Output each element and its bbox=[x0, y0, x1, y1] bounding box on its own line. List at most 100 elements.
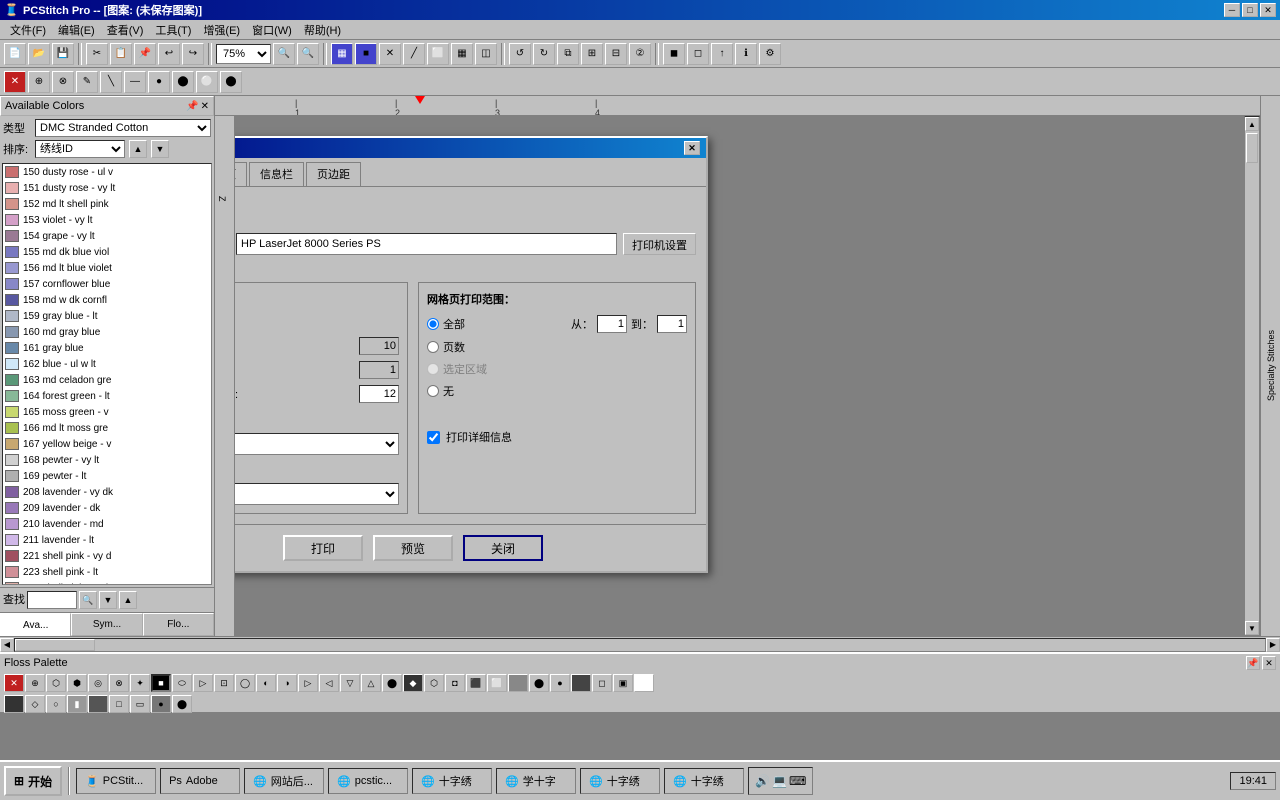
color-item[interactable]: 211 lavender - lt bbox=[3, 532, 211, 548]
tool9-btn[interactable]: ⧉ bbox=[557, 43, 579, 65]
p2-tool-3[interactable]: ○ bbox=[46, 695, 66, 713]
menu-window[interactable]: 窗口(W) bbox=[246, 20, 298, 40]
p2-tool-9[interactable]: ⬤ bbox=[172, 695, 192, 713]
color-item[interactable]: 169 pewter - lt bbox=[3, 468, 211, 484]
radio-all-input[interactable] bbox=[427, 318, 439, 330]
palette-tool-22[interactable]: ⬛ bbox=[466, 674, 486, 692]
select-btn[interactable]: ▦ bbox=[451, 43, 473, 65]
color-item[interactable]: 208 lavender - vy dk bbox=[3, 484, 211, 500]
menu-file[interactable]: 文件(F) bbox=[4, 20, 52, 40]
color-item[interactable]: 164 forest green - lt bbox=[3, 388, 211, 404]
print-btn[interactable]: 打印 bbox=[283, 535, 363, 561]
color-item[interactable]: 153 violet - vy lt bbox=[3, 212, 211, 228]
t2-btn7[interactable]: ● bbox=[148, 71, 170, 93]
search-prev-btn[interactable]: ▲ bbox=[119, 591, 137, 609]
printer-name-input[interactable] bbox=[236, 233, 617, 255]
t2-btn4[interactable]: ✎ bbox=[76, 71, 98, 93]
p2-tool-8[interactable]: ● bbox=[151, 695, 171, 713]
palette-swatch-gray[interactable] bbox=[508, 674, 528, 692]
sort-asc-btn[interactable]: ▲ bbox=[129, 140, 147, 158]
paste-btn[interactable]: 📌 bbox=[134, 43, 156, 65]
taskbar-adobe[interactable]: Ps Adobe bbox=[160, 768, 240, 794]
open-btn[interactable]: 📂 bbox=[28, 43, 50, 65]
fill-btn[interactable]: ■ bbox=[355, 43, 377, 65]
scroll-thumb[interactable] bbox=[1246, 133, 1258, 163]
tool8-btn[interactable]: ↻ bbox=[533, 43, 555, 65]
palette-tool-10[interactable]: ⊡ bbox=[214, 674, 234, 692]
palette-tool-21[interactable]: ◘ bbox=[445, 674, 465, 692]
palette-pin[interactable]: 📌 bbox=[1246, 656, 1260, 670]
palette-tool-15[interactable]: ◁ bbox=[319, 674, 339, 692]
color-item[interactable]: 221 shell pink - vy d bbox=[3, 548, 211, 564]
palette-tool-26[interactable]: ● bbox=[550, 674, 570, 692]
palette-tool-3[interactable]: ⬢ bbox=[67, 674, 87, 692]
type-select[interactable]: DMC Stranded Cotton bbox=[35, 119, 211, 137]
print-thread-select[interactable]: 无线型的绣线颜色 bbox=[235, 483, 399, 505]
radio-pages-input[interactable] bbox=[427, 341, 439, 353]
cross-btn[interactable]: ✕ bbox=[379, 43, 401, 65]
t2-btn6[interactable]: — bbox=[124, 71, 146, 93]
canvas-vscrollbar[interactable]: ▲ ▼ bbox=[1244, 116, 1260, 636]
color-item[interactable]: 150 dusty rose - ul v bbox=[3, 164, 211, 180]
p2-tool-2[interactable]: ◇ bbox=[25, 695, 45, 713]
palette-tool-18[interactable]: ⬤ bbox=[382, 674, 402, 692]
scroll-left-btn[interactable]: ◀ bbox=[0, 638, 14, 652]
palette-tool-5[interactable]: ⊗ bbox=[109, 674, 129, 692]
close-btn[interactable]: 关闭 bbox=[463, 535, 543, 561]
palette-tool-17[interactable]: △ bbox=[361, 674, 381, 692]
tool12-btn[interactable]: ② bbox=[629, 43, 651, 65]
color-item[interactable]: 161 gray blue bbox=[3, 340, 211, 356]
palette-tool-selected[interactable]: ■ bbox=[151, 674, 171, 692]
p2-tool-7[interactable]: ▭ bbox=[130, 695, 150, 713]
preview-btn[interactable]: 预览 bbox=[373, 535, 453, 561]
grid-btn[interactable]: ▦ bbox=[331, 43, 353, 65]
tool11-btn[interactable]: ⊟ bbox=[605, 43, 627, 65]
taskbar-pcstit2[interactable]: 🌐 pcstic... bbox=[328, 768, 408, 794]
color-item[interactable]: 168 pewter - vy lt bbox=[3, 452, 211, 468]
color-item[interactable]: 165 moss green - v bbox=[3, 404, 211, 420]
search-input[interactable] bbox=[27, 591, 77, 609]
canvas[interactable]: 打印 / 预览: ✕ 常规 网格页选项 信息栏 页边距 目标 bbox=[235, 116, 1244, 636]
palette-tool-16[interactable]: ▽ bbox=[340, 674, 360, 692]
radio-none-input[interactable] bbox=[427, 385, 439, 397]
palette-tool-1[interactable]: ⊕ bbox=[25, 674, 45, 692]
sort-desc-btn[interactable]: ▼ bbox=[151, 140, 169, 158]
color-item[interactable]: 167 yellow beige - v bbox=[3, 436, 211, 452]
t2-btn2[interactable]: ⊕ bbox=[28, 71, 50, 93]
menu-enhance[interactable]: 增强(E) bbox=[197, 20, 246, 40]
back-stitch-btn[interactable]: ╱ bbox=[403, 43, 425, 65]
print-floss-select[interactable]: 符号 bbox=[235, 433, 399, 455]
palette-tool-20[interactable]: ⬡ bbox=[424, 674, 444, 692]
color-item[interactable]: 155 md dk blue viol bbox=[3, 244, 211, 260]
tab-symbols[interactable]: Sym... bbox=[71, 613, 142, 636]
t2-btn8[interactable]: ⬤ bbox=[172, 71, 194, 93]
scroll-down-btn[interactable]: ▼ bbox=[1245, 621, 1259, 635]
palette-tool-9[interactable]: ▷ bbox=[193, 674, 213, 692]
color-item[interactable]: 163 md celadon gre bbox=[3, 372, 211, 388]
zoom-in-btn[interactable]: 🔍 bbox=[297, 43, 319, 65]
tab-available[interactable]: Ava... bbox=[0, 613, 71, 636]
palette-swatch-white[interactable] bbox=[634, 674, 654, 692]
search-next-btn[interactable]: ▼ bbox=[99, 591, 117, 609]
palette-tool-11[interactable]: ◯ bbox=[235, 674, 255, 692]
palette-tool-13[interactable]: ◑ bbox=[277, 674, 297, 692]
taskbar-cross3[interactable]: 🌐 十字绣 bbox=[664, 768, 744, 794]
palette-tool-25[interactable]: ⬤ bbox=[529, 674, 549, 692]
dialog-tab-info[interactable]: 信息栏 bbox=[249, 162, 304, 186]
color-item[interactable]: 224 shell pink - vy lt bbox=[3, 580, 211, 585]
t2-btn10[interactable]: ⬤ bbox=[220, 71, 242, 93]
color-item[interactable]: 162 blue - ul w lt bbox=[3, 356, 211, 372]
palette-tool-12[interactable]: ◐ bbox=[256, 674, 276, 692]
start-button[interactable]: ⊞ 开始 bbox=[4, 766, 62, 796]
color-item[interactable]: 158 md w dk cornfl bbox=[3, 292, 211, 308]
color-item[interactable]: 157 cornflower blue bbox=[3, 276, 211, 292]
palette-swatch-dark[interactable] bbox=[571, 674, 591, 692]
color-item[interactable]: 210 lavender - md bbox=[3, 516, 211, 532]
fit-pages-value[interactable] bbox=[359, 361, 399, 379]
palette-tool-23[interactable]: ⬜ bbox=[487, 674, 507, 692]
taskbar-website[interactable]: 🌐 网站后... bbox=[244, 768, 324, 794]
color-item[interactable]: 154 grape - vy lt bbox=[3, 228, 211, 244]
tool15-btn[interactable]: ↑ bbox=[711, 43, 733, 65]
color-item[interactable]: 160 md gray blue bbox=[3, 324, 211, 340]
panel-pin[interactable]: 📌 bbox=[186, 101, 198, 112]
